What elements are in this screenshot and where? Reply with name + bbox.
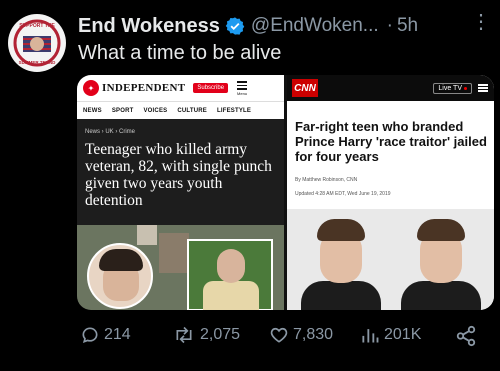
cnn-headline: Far-right teen who branded Prince Harry … [295,119,487,164]
like-count: 7,830 [293,326,334,343]
independent-eagle-icon: ✦ [83,80,99,96]
like-button[interactable]: 7,830 [269,325,333,345]
mugshot-left [295,219,387,310]
nav-news: NEWS [83,107,102,114]
independent-nav: NEWS SPORT VOICES CULTURE LIFESTYLE [77,101,284,119]
live-tv-button: Live TV [433,82,472,94]
share-button[interactable] [455,325,481,347]
share-icon [456,325,476,347]
live-tv-label: Live TV [438,84,462,92]
cnn-photo [287,209,494,310]
independent-header: ✦ INDEPENDENT Subscribe Menu [77,75,284,101]
separator-dot: · [386,15,393,36]
repost-icon [176,326,192,344]
independent-photo [77,225,284,310]
nav-lifestyle: LIFESTYLE [216,107,252,114]
avatar[interactable]: SUPPORT THE SUMMER TREND [8,14,66,72]
teen-portrait [87,243,153,309]
tweet-media[interactable]: ✦ INDEPENDENT Subscribe Menu NEWS SPORT … [77,75,494,310]
repost-button[interactable]: 2,075 [172,325,240,345]
independent-screenshot[interactable]: ✦ INDEPENDENT Subscribe Menu NEWS SPORT … [77,75,284,310]
action-bar: 214 2,075 7,830 201K [0,325,500,355]
veteran-portrait [187,239,273,310]
avatar-text-top: SUPPORT THE [19,23,55,29]
more-options-icon[interactable]: ⋮ [471,12,491,32]
nav-sport: SPORT [111,107,134,114]
views-chart-icon [362,329,379,343]
verified-badge-icon [225,17,245,35]
reply-icon [82,327,98,344]
reply-count: 214 [104,326,131,343]
nav-voices: VOICES [143,107,168,114]
tweet-text: What a time to be alive [78,42,282,64]
author-name[interactable]: End Wokeness [78,15,220,38]
independent-logo: INDEPENDENT [102,82,186,94]
cnn-menu-icon [478,83,488,94]
subscribe-button: Subscribe [193,83,229,93]
reply-button[interactable]: 214 [80,325,131,345]
cnn-byline: By Matthew Robinson, CNN [295,177,358,183]
cnn-logo: CNN [292,79,318,97]
live-dot-icon [464,86,467,90]
views-button[interactable]: 201K [360,325,421,345]
independent-headline: Teenager who killed army veteran, 82, wi… [85,141,272,209]
repost-count: 2,075 [200,326,241,343]
tweet-header: End Wokeness @EndWoken... · 5h [78,14,490,38]
menu-icon: Menu [236,80,248,96]
breadcrumb: News › UK › Crime [85,129,136,135]
mugshot-right [395,219,487,310]
cnn-header: CNN Live TV [287,75,494,101]
avatar-text-bottom: SUMMER TREND [19,60,56,65]
avatar-logo-icon: SUPPORT THE SUMMER TREND [9,15,65,71]
author-handle[interactable]: @EndWoken... [251,15,379,37]
timestamp[interactable]: 5h [397,15,418,37]
menu-label: Menu [237,90,248,96]
nav-culture: CULTURE [177,107,207,114]
view-count: 201K [384,326,422,343]
cnn-updated: Updated 4:28 AM EDT, Wed June 19, 2019 [295,191,391,197]
heart-icon [270,327,288,343]
cnn-screenshot[interactable]: CNN Live TV Far-right teen who branded P… [287,75,494,310]
